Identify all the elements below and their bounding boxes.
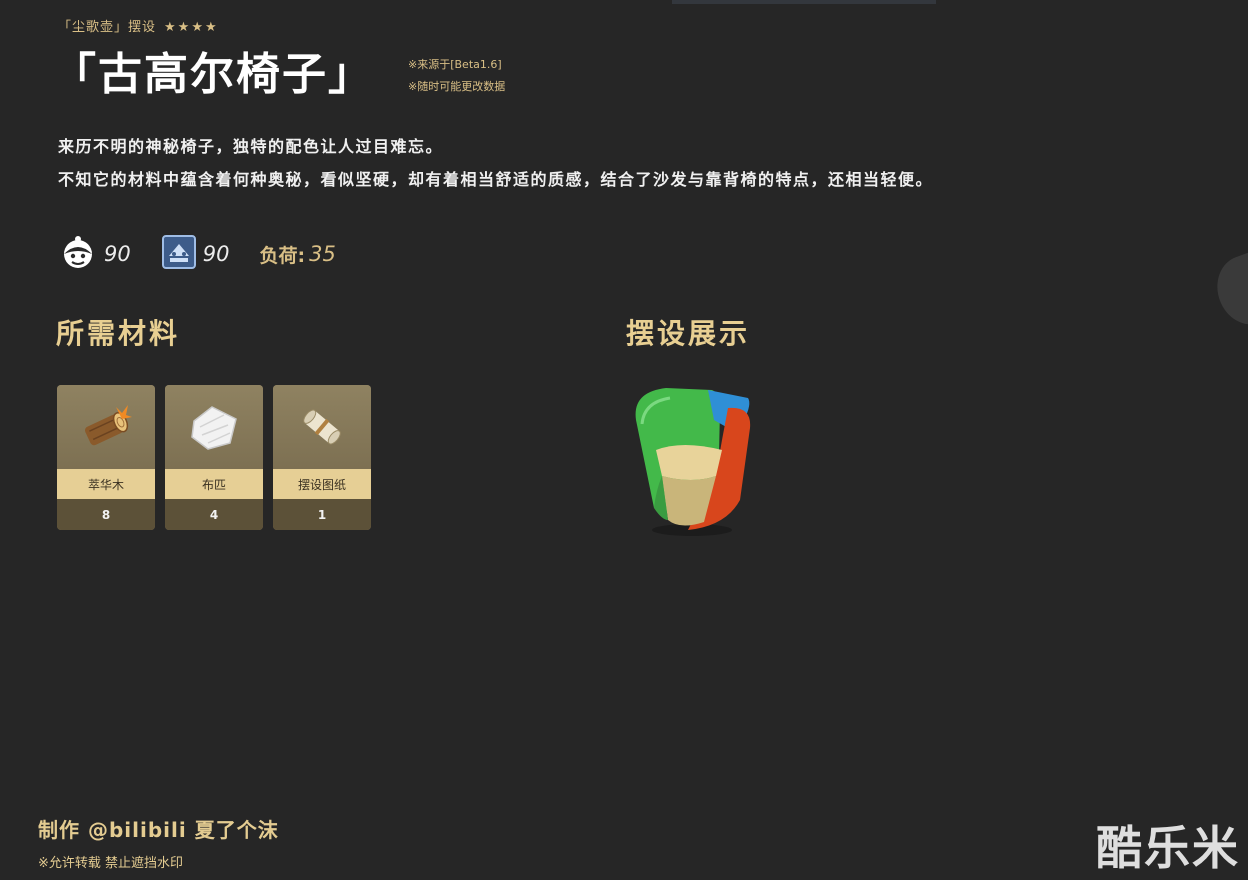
copyright-notice: ※允许转载 禁止遮挡水印 xyxy=(38,856,184,871)
cloth-icon xyxy=(165,385,263,469)
load-stat: 负荷: 35 xyxy=(259,241,335,268)
title-row: 「古高尔椅子」 ※来源于[Beta1.6] ※随时可能更改数据 xyxy=(52,46,505,104)
load-value: 35 xyxy=(309,242,336,266)
source-notes: ※来源于[Beta1.6] ※随时可能更改数据 xyxy=(408,54,505,98)
top-strip-decoration xyxy=(672,0,936,4)
source-note: ※来源于[Beta1.6] xyxy=(408,58,502,71)
material-name: 布匹 xyxy=(165,469,263,499)
description: 来历不明的神秘椅子，独特的配色让人过目难忘。 不知它的材料中蕴含着何种奥秘，看似… xyxy=(58,130,933,196)
comfort-stat: 90 xyxy=(161,234,230,274)
material-card[interactable]: 摆设图纸 1 xyxy=(273,385,371,530)
material-count: 1 xyxy=(273,499,371,530)
category-text: 「尘歌壶」摆设 xyxy=(58,20,157,35)
watermark: 酷乐米 xyxy=(1096,821,1240,875)
material-name: 萃华木 xyxy=(57,469,155,499)
credit-text: 制作 @bilibili 夏了个沫 xyxy=(38,818,279,842)
materials-heading: 所需材料 xyxy=(56,317,181,350)
adeptal-energy-stat: 90 xyxy=(58,234,131,274)
blueprint-scroll-icon xyxy=(273,385,371,469)
material-count: 4 xyxy=(165,499,263,530)
comfort-icon xyxy=(161,234,197,274)
edge-decoration xyxy=(1207,246,1248,334)
wood-log-icon xyxy=(57,385,155,469)
material-card[interactable]: 萃华木 8 xyxy=(57,385,155,530)
furniture-preview-image xyxy=(622,380,762,540)
materials-list: 萃华木 8 布匹 4 摆设图纸 1 xyxy=(57,385,381,530)
change-note: ※随时可能更改数据 xyxy=(408,80,506,93)
adeptal-energy-icon xyxy=(58,234,98,274)
category-label: 「尘歌壶」摆设 ★★★★ xyxy=(58,16,219,35)
description-line: 不知它的材料中蕴含着何种奥秘，看似坚硬，却有着相当舒适的质感，结合了沙发与靠背椅… xyxy=(58,170,934,189)
material-count: 8 xyxy=(57,499,155,530)
stats-row: 90 90 负荷: 35 xyxy=(58,234,366,274)
comfort-value: 90 xyxy=(202,242,230,266)
page-title: 「古高尔椅子」 xyxy=(52,49,374,100)
material-name: 摆设图纸 xyxy=(273,469,371,499)
material-card[interactable]: 布匹 4 xyxy=(165,385,263,530)
rarity-stars: ★★★★ xyxy=(164,20,219,35)
display-heading: 摆设展示 xyxy=(626,317,751,350)
description-line: 来历不明的神秘椅子，独特的配色让人过目难忘。 xyxy=(58,137,444,156)
load-label: 负荷: xyxy=(259,244,306,267)
adeptal-energy-value: 90 xyxy=(104,242,131,266)
